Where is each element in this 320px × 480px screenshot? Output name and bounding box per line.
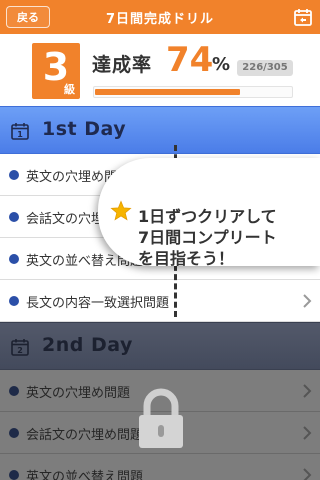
list-item: 英文の並べ替え問題 <box>0 454 320 480</box>
day-header-2: 2 2nd Day <box>0 322 320 370</box>
calendar-icon-number: 1 <box>17 130 23 139</box>
lock-icon <box>139 388 183 448</box>
bullet-icon <box>9 212 19 222</box>
calendar-icon-number: 2 <box>17 346 23 355</box>
day-header-1: 1 1st Day <box>0 106 320 154</box>
chevron-right-icon <box>303 384 312 398</box>
page-title: 7日間完成ドリル <box>105 11 215 27</box>
completion-count: 226/305 <box>237 60 293 76</box>
list-item-label: 会話文の穴埋め問題 <box>26 428 144 443</box>
tooltip-line-3: を目指そう！ <box>138 249 235 268</box>
level-unit: 級 <box>64 83 75 96</box>
calendar-icon: 2 <box>11 339 29 356</box>
calendar-reset-icon <box>294 9 312 26</box>
progress-bar-fill <box>95 89 240 95</box>
bullet-icon <box>9 386 19 396</box>
chevron-right-icon <box>303 294 312 308</box>
bullet-icon <box>9 470 19 480</box>
list-item-label: 英文の並べ替え問題 <box>26 470 144 480</box>
calendar-reset-button[interactable] <box>290 4 316 30</box>
list-item-label: 英文の穴埋め問題 <box>26 386 131 401</box>
list-item[interactable]: 長文の内容一致選択問題 <box>0 280 320 322</box>
achievement-rate-value: 74 <box>166 40 214 80</box>
tooltip-bubble[interactable]: 1日ずつクリアして 7日間コンプリート を目指そう！ <box>98 158 320 268</box>
top-bar: 戻る 7日間完成ドリル <box>0 0 320 34</box>
bullet-icon <box>9 254 19 264</box>
star-icon <box>110 200 132 221</box>
day-title: 1st Day <box>42 118 127 140</box>
calendar-icon: 1 <box>11 123 29 140</box>
chevron-right-icon <box>303 426 312 440</box>
bullet-icon <box>9 296 19 306</box>
bullet-icon <box>9 428 19 438</box>
achievement-rate-label: 達成率 <box>92 54 153 76</box>
back-button[interactable]: 戻る <box>6 6 50 28</box>
progress-bar <box>93 86 293 98</box>
level-badge: 3 級 <box>32 43 80 99</box>
achievement-rate-unit: % <box>212 54 231 75</box>
chevron-right-icon <box>303 468 312 480</box>
bullet-icon <box>9 170 19 180</box>
list-item-label: 長文の内容一致選択問題 <box>26 296 170 311</box>
day-title: 2nd Day <box>42 334 133 356</box>
